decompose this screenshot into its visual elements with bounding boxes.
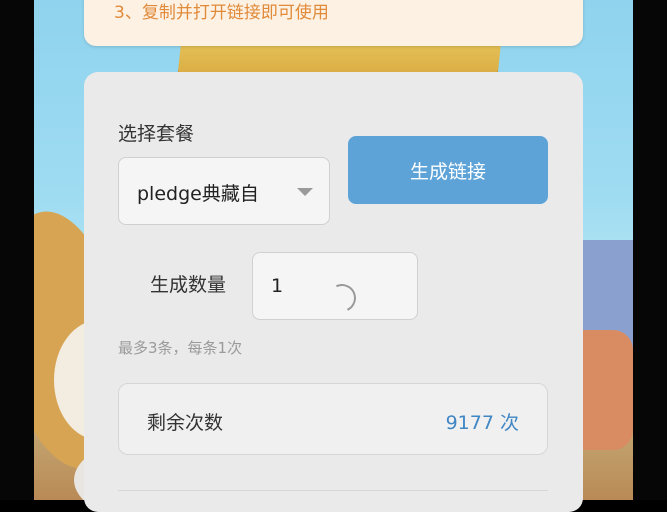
remaining-count-box: 剩余次数 9177 次 xyxy=(118,383,548,455)
quantity-hint: 最多3条，每条1次 xyxy=(118,339,243,357)
remaining-value: 9177 次 xyxy=(445,412,519,434)
package-select-value: pledge典藏自 xyxy=(137,183,259,205)
package-select[interactable]: pledge典藏自 xyxy=(118,157,330,225)
divider xyxy=(118,490,548,491)
generate-link-button[interactable]: 生成链接 xyxy=(348,136,548,204)
remaining-label: 剩余次数 xyxy=(147,412,224,434)
quantity-label: 生成数量 xyxy=(150,274,227,296)
notice-card: 3、复制并打开链接即可使用 xyxy=(84,0,583,46)
chevron-down-icon xyxy=(297,188,313,196)
letterbox-left xyxy=(0,0,34,500)
package-label: 选择套餐 xyxy=(118,123,195,145)
link-generator-panel: 选择套餐 pledge典藏自 生成链接 生成数量 最多3条，每条1次 剩余次数 … xyxy=(84,72,583,512)
letterbox-right xyxy=(633,0,667,500)
notice-text: 3、复制并打开链接即可使用 xyxy=(114,3,329,23)
